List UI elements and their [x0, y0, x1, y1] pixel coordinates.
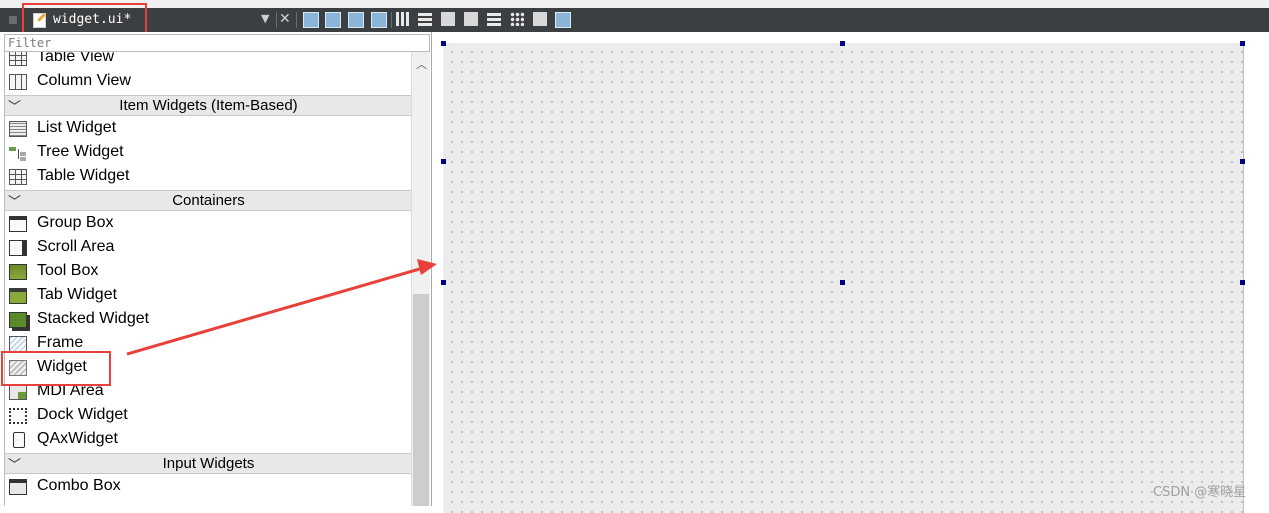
tab-widget-icon — [9, 288, 27, 304]
widget-item-label: Stacked Widget — [37, 310, 150, 327]
widget-item-scroll-area[interactable]: Scroll Area — [5, 236, 412, 260]
table-widget-icon — [9, 169, 27, 185]
qaxwidget-icon — [13, 432, 25, 448]
resize-handle-top[interactable] — [840, 41, 845, 46]
widget-item-label: Tool Box — [37, 262, 99, 279]
resize-handle-left[interactable] — [441, 280, 446, 285]
lock-icon — [9, 16, 17, 24]
widget-item-table-view[interactable]: Table View — [5, 52, 412, 70]
toolbar-separator — [276, 12, 277, 28]
tool-box-icon — [9, 264, 27, 280]
resize-handle-right[interactable] — [1240, 280, 1245, 285]
widget-list: Table View Column View ﹀ Item Widgets (Item… — [4, 52, 412, 506]
break-layout-icon[interactable] — [533, 12, 547, 26]
widget-item-qaxwidget[interactable]: QAxWidget — [5, 428, 412, 452]
widget-item-combo-box[interactable]: Combo Box — [5, 475, 412, 499]
resize-handle-center[interactable] — [840, 280, 845, 285]
filter-input[interactable]: Filter — [4, 34, 430, 52]
widget-item-label: Table View — [37, 52, 115, 65]
resize-handle-top-left[interactable] — [441, 41, 446, 46]
widget-item-group-box[interactable]: Group Box — [5, 212, 412, 236]
resize-handle-left-upper[interactable] — [441, 159, 446, 164]
close-document-button[interactable]: ✕ — [279, 11, 291, 27]
edit-widgets-icon[interactable] — [303, 12, 319, 28]
form-canvas[interactable] — [441, 41, 1245, 513]
scroll-up-icon[interactable]: ︿ — [416, 56, 427, 72]
widget-item-label: Frame — [37, 334, 84, 351]
category-header[interactable]: ﹀ Containers — [5, 190, 412, 211]
tree-widget-icon — [9, 145, 27, 161]
widget-item-stacked-widget[interactable]: Stacked Widget — [5, 308, 412, 332]
widget-item-column-view[interactable]: Column View — [5, 70, 412, 94]
scrollbar-thumb[interactable] — [413, 294, 429, 506]
widget-item-label: List Widget — [37, 119, 117, 136]
toolbar-separator — [391, 12, 392, 28]
watermark-text: CSDN @寒晓星 — [1153, 485, 1247, 500]
widget-item-label: Tree Widget — [37, 143, 124, 160]
widget-item-label: Combo Box — [37, 477, 121, 494]
widget-item-label: Scroll Area — [37, 238, 115, 255]
edit-signals-slots-icon[interactable] — [325, 12, 341, 28]
toolbar-separator — [296, 12, 297, 28]
widget-item-label: QAxWidget — [37, 430, 118, 447]
resize-handle-right-upper[interactable] — [1240, 159, 1245, 164]
form-toolbar: widget.ui* ▼ ✕ — [0, 8, 1269, 32]
widget-item-tool-box[interactable]: Tool Box — [5, 260, 412, 284]
layout-horizontal-splitter-icon[interactable] — [441, 12, 455, 26]
layout-horizontal-icon[interactable] — [396, 12, 410, 26]
group-box-icon — [9, 216, 27, 232]
edit-tab-order-icon[interactable] — [371, 12, 387, 28]
resize-handle-top-right[interactable] — [1240, 41, 1245, 46]
edit-buddies-icon[interactable] — [348, 12, 364, 28]
list-widget-icon — [9, 121, 27, 137]
widget-item-label: Table Widget — [37, 167, 130, 184]
frame-icon — [9, 336, 27, 352]
layout-form-icon[interactable] — [487, 12, 501, 26]
category-header[interactable]: ﹀ Item Widgets (Item-Based) — [5, 95, 412, 116]
adjust-size-icon[interactable] — [555, 12, 571, 28]
category-label: Input Widgets — [162, 455, 255, 472]
layout-vertical-icon[interactable] — [418, 12, 432, 26]
stacked-widget-icon — [9, 312, 27, 328]
widget-item-dock-widget[interactable]: Dock Widget — [5, 404, 412, 428]
annotation-box-widget-item — [1, 351, 111, 386]
category-header[interactable]: ﹀ Input Widgets — [5, 453, 412, 474]
widget-item-label: Dock Widget — [37, 406, 128, 423]
widget-item-list-widget[interactable]: List Widget — [5, 117, 412, 141]
dock-widget-icon — [9, 408, 27, 424]
combo-box-icon — [9, 479, 27, 495]
widget-item-label: Tab Widget — [37, 286, 118, 303]
table-view-icon — [9, 52, 27, 66]
widget-item-tab-widget[interactable]: Tab Widget — [5, 284, 412, 308]
widget-list-scrollbar[interactable]: ︿ — [411, 52, 430, 506]
widget-item-label: Group Box — [37, 214, 114, 231]
widget-item-table-widget[interactable]: Table Widget — [5, 165, 412, 189]
mdi-area-icon — [9, 384, 27, 400]
widget-item-label: Column View — [37, 72, 131, 89]
chevron-down-icon[interactable]: ▼ — [261, 12, 269, 25]
filter-placeholder: Filter — [8, 36, 52, 50]
layout-vertical-splitter-icon[interactable] — [464, 12, 478, 26]
layout-grid-icon[interactable] — [510, 12, 524, 26]
category-label: Item Widgets (Item-Based) — [119, 97, 298, 114]
scroll-area-icon — [9, 240, 27, 256]
widget-item-tree-widget[interactable]: Tree Widget — [5, 141, 412, 165]
category-label: Containers — [172, 192, 245, 209]
widget-box-panel: Filter Table View Column View ﹀ Item Widget… — [0, 32, 432, 506]
column-view-icon — [9, 74, 27, 90]
